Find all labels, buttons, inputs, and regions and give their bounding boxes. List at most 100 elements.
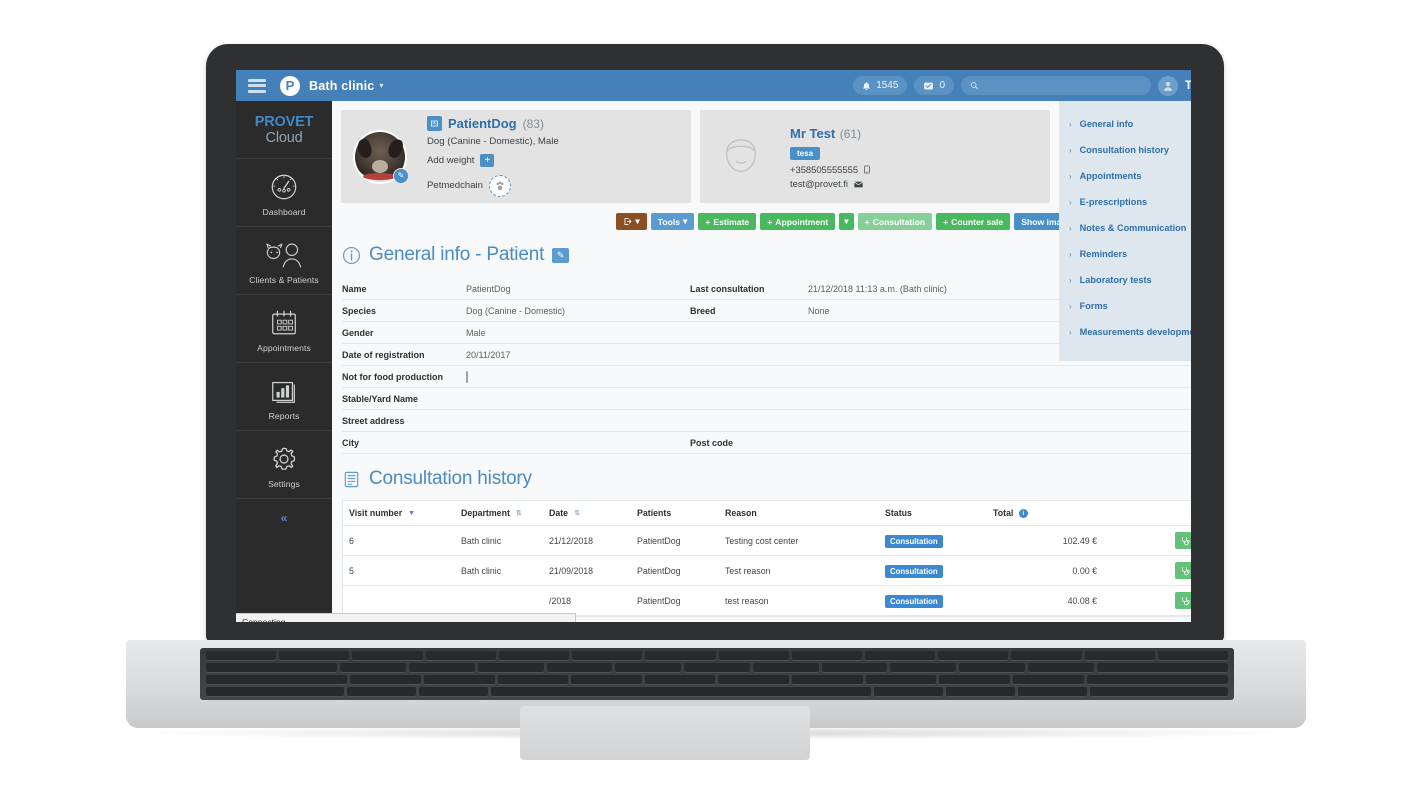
sort-icon[interactable]: ⇅: [574, 510, 580, 517]
total-info-icon[interactable]: i: [1018, 509, 1028, 518]
col-total[interactable]: Total i: [993, 508, 1097, 518]
col-reason[interactable]: Reason: [725, 508, 885, 518]
cell-date: 21/09/2018: [549, 565, 594, 576]
status-badge[interactable]: Consultation: [885, 564, 943, 578]
search-input[interactable]: [983, 80, 1142, 91]
notifications-count: 1545: [876, 80, 899, 91]
status-badge[interactable]: Consultation: [885, 534, 943, 548]
sidebar-collapse-button[interactable]: «: [236, 498, 332, 537]
paw-icon[interactable]: [489, 174, 511, 197]
not-for-food-production-checkbox[interactable]: [466, 370, 468, 383]
info-label: Gender: [342, 327, 374, 338]
petmedchain-label: Petmedchain: [427, 180, 483, 192]
sidebar-item-appointments[interactable]: Appointments: [236, 294, 332, 362]
sidebar-item-settings[interactable]: Settings: [236, 430, 332, 498]
chevron-right-icon: ›: [1069, 275, 1072, 285]
chevron-down-icon: ▾: [844, 216, 849, 226]
rightnav-item-appointments[interactable]: › Appointments: [1069, 163, 1191, 189]
add-weight-button[interactable]: +: [480, 154, 495, 168]
rightnav-item-measurements-development[interactable]: › Measurements development: [1069, 319, 1191, 345]
rightnav-item-notes-communication[interactable]: › Notes & Communication: [1069, 215, 1191, 241]
clinic-selector-label[interactable]: Bath clinic: [309, 79, 374, 93]
sidebar-item-clients-patients[interactable]: Clients & Patients: [236, 226, 332, 294]
table-row[interactable]: /2018 PatientDog test reason Consultatio…: [343, 586, 1191, 616]
info-value: Male: [466, 327, 486, 338]
rightnav-label: Appointments: [1079, 171, 1142, 181]
cell-visit-number: 5: [349, 565, 354, 576]
chevron-right-icon: ›: [1069, 327, 1072, 337]
mobile-icon: [863, 165, 870, 173]
appointment-dropdown-button[interactable]: ▾: [839, 213, 854, 230]
checkbox-icon: [924, 82, 934, 89]
rightnav-label: Reminders: [1079, 249, 1128, 259]
dog-ear-right: [386, 136, 405, 160]
patient-name[interactable]: PatientDog: [448, 116, 517, 131]
table-row[interactable]: 5 Bath clinic 21/09/2018 PatientDog Test…: [343, 556, 1191, 586]
stethoscope-icon[interactable]: [1175, 562, 1191, 579]
logout-icon: [624, 217, 633, 226]
chevron-right-icon: ›: [1069, 145, 1072, 155]
status-badge[interactable]: Consultation: [885, 594, 943, 608]
tasks-pill[interactable]: 0: [914, 76, 954, 95]
avatar[interactable]: [1158, 75, 1178, 96]
col-department[interactable]: Department ⇅: [461, 508, 549, 518]
cell-reason: test reason: [725, 595, 769, 606]
owner-email[interactable]: test@provet.fi: [790, 178, 848, 189]
chevron-right-icon: ›: [1069, 119, 1072, 129]
col-date[interactable]: Date ⇅: [549, 508, 637, 518]
appointment-button[interactable]: + Appointment: [760, 213, 836, 230]
counter-sale-button[interactable]: + Counter sale: [936, 213, 1011, 230]
col-visit-number[interactable]: Visit number ▼: [349, 508, 461, 518]
user-name-label[interactable]: Tane: [1185, 80, 1191, 92]
app-topbar: P Bath clinic ▾ 1545 0 T: [236, 70, 1191, 101]
rightnav-label: Measurements development: [1079, 327, 1191, 337]
table-header-row: Visit number ▼ Department ⇅ Date ⇅ Patie…: [343, 501, 1191, 526]
cell-total: 0.00 €: [1072, 565, 1097, 576]
info-label-2: Breed: [690, 305, 716, 316]
logout-button[interactable]: ▾: [616, 213, 647, 230]
info-label: Street address: [342, 415, 405, 426]
cell-patient: PatientDog: [637, 535, 681, 546]
col-label: Total: [993, 508, 1014, 518]
rightnav-item-general-info[interactable]: › General info: [1069, 111, 1191, 137]
chevron-right-icon: ›: [1069, 171, 1072, 181]
col-label: Date: [549, 508, 569, 518]
rightnav-item-laboratory-tests[interactable]: › Laboratory tests: [1069, 267, 1191, 293]
cell-date: /2018: [549, 595, 572, 606]
sort-icon[interactable]: ⇅: [516, 510, 522, 517]
tools-label: Tools: [657, 216, 681, 227]
table-row[interactable]: 6 Bath clinic 21/12/2018 PatientDog Test…: [343, 526, 1191, 556]
sidebar-item-reports[interactable]: Reports: [236, 362, 332, 430]
hamburger-icon[interactable]: [248, 78, 266, 93]
laptop-screen: P Bath clinic ▾ 1545 0 T PROVET Cloud Da…: [236, 70, 1191, 622]
cell-reason: Test reason: [725, 565, 771, 576]
rightnav-item-forms[interactable]: › Forms: [1069, 293, 1191, 319]
notifications-pill[interactable]: 1545: [853, 76, 908, 95]
edit-general-info-button[interactable]: ✎: [552, 247, 570, 263]
consultation-button[interactable]: + Consultation: [857, 213, 933, 230]
col-patients[interactable]: Patients: [637, 508, 725, 518]
cell-patient: PatientDog: [637, 595, 681, 606]
sidebar-item-dashboard[interactable]: Dashboard: [236, 158, 332, 226]
info-label-2: Post code: [690, 437, 734, 448]
owner-name[interactable]: Mr Test: [790, 126, 835, 141]
info-value: [466, 370, 690, 383]
add-weight-label: Add weight: [427, 154, 475, 166]
stethoscope-icon[interactable]: [1175, 532, 1191, 549]
tools-button[interactable]: Tools ▾: [650, 213, 695, 230]
pencil-icon[interactable]: ✎: [393, 167, 409, 184]
chevron-down-icon[interactable]: ▾: [379, 81, 383, 90]
col-status[interactable]: Status: [885, 508, 993, 518]
rightnav-item-reminders[interactable]: › Reminders: [1069, 241, 1191, 267]
stethoscope-icon[interactable]: [1175, 592, 1191, 609]
col-label: Visit number: [349, 508, 403, 518]
petmedchain-row: Petmedchain: [427, 174, 559, 197]
envelope-icon: [853, 181, 863, 187]
rightnav-item-consultation-history[interactable]: › Consultation history: [1069, 137, 1191, 163]
person-icon: [1163, 81, 1173, 91]
search-box[interactable]: [961, 76, 1151, 95]
sort-desc-icon[interactable]: ▼: [408, 510, 415, 517]
general-info-title: General info - Patient: [369, 244, 545, 265]
rightnav-item-e-prescriptions[interactable]: › E-prescriptions: [1069, 189, 1191, 215]
estimate-button[interactable]: + Estimate: [698, 213, 757, 230]
